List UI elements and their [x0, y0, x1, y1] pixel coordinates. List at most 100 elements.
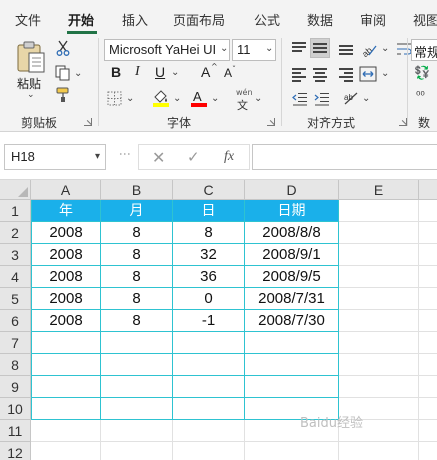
- align-top-icon[interactable]: [292, 42, 306, 54]
- align-center-icon[interactable]: [313, 68, 327, 84]
- clipboard-launcher-icon[interactable]: [84, 118, 92, 126]
- table-header-cell[interactable]: 日期: [245, 200, 339, 222]
- row-header-7[interactable]: 7: [0, 332, 31, 354]
- table-cell[interactable]: 0: [173, 288, 245, 310]
- grid-cell[interactable]: [339, 244, 419, 266]
- tab-insert[interactable]: 插入: [122, 10, 148, 29]
- borders-dropdown-icon[interactable]: ⌄: [126, 93, 134, 104]
- grid-cell[interactable]: [419, 442, 437, 460]
- grid-cell[interactable]: [173, 420, 245, 442]
- table-cell[interactable]: 2008/9/5: [245, 266, 339, 288]
- grid-cell[interactable]: [101, 442, 173, 460]
- row-header-4[interactable]: 4: [0, 266, 31, 288]
- tab-file[interactable]: 文件: [15, 10, 41, 29]
- tab-review[interactable]: 审阅: [360, 10, 386, 29]
- grid-cell[interactable]: [31, 420, 101, 442]
- grid-cell[interactable]: [339, 288, 419, 310]
- grid-cell[interactable]: [419, 200, 437, 222]
- row-header-5[interactable]: 5: [0, 288, 31, 310]
- column-header-e[interactable]: E: [339, 180, 419, 200]
- worksheet-grid[interactable]: ABCDE 1 2 3 4 5 6 7 8 9 10 11 12 年月日日期 2008 8 8 2008/8/…: [0, 180, 437, 460]
- decrease-indent-icon[interactable]: [292, 92, 308, 109]
- row-header-8[interactable]: 8: [0, 354, 31, 376]
- table-cell[interactable]: 8: [173, 222, 245, 244]
- formula-bar-grip-icon[interactable]: ⋮: [118, 148, 132, 159]
- row-header-9[interactable]: 9: [0, 376, 31, 398]
- grid-cell[interactable]: [101, 376, 173, 398]
- phonetic-guide-button[interactable]: 文: [237, 97, 248, 113]
- name-box-dropdown-icon[interactable]: ▾: [95, 151, 100, 162]
- orientation-angle-icon[interactable]: ab: [342, 90, 360, 111]
- grid-cell[interactable]: [245, 332, 339, 354]
- grid-cell[interactable]: [419, 354, 437, 376]
- tab-page-layout[interactable]: 页面布局: [173, 10, 225, 29]
- angle-dropdown-icon[interactable]: ⌄: [362, 93, 370, 104]
- table-cell[interactable]: 8: [101, 288, 173, 310]
- table-cell[interactable]: 2008/8/8: [245, 222, 339, 244]
- table-cell[interactable]: 8: [101, 244, 173, 266]
- table-cell[interactable]: 2008: [31, 310, 101, 332]
- grid-cell[interactable]: [31, 376, 101, 398]
- grid-cell[interactable]: [31, 442, 101, 460]
- grid-cell[interactable]: [339, 266, 419, 288]
- table-cell[interactable]: 36: [173, 266, 245, 288]
- align-middle-icon[interactable]: [313, 43, 327, 55]
- column-header-a[interactable]: A: [31, 180, 101, 200]
- row-header-2[interactable]: 2: [0, 222, 31, 244]
- increase-font-button[interactable]: A: [201, 64, 210, 80]
- grid-cell[interactable]: [31, 354, 101, 376]
- tab-formulas[interactable]: 公式: [254, 10, 280, 29]
- grid-cell[interactable]: [101, 420, 173, 442]
- table-cell[interactable]: 2008: [31, 266, 101, 288]
- copy-icon[interactable]: [55, 65, 71, 84]
- table-cell[interactable]: 2008/7/31: [245, 288, 339, 310]
- name-box[interactable]: H18 ▾: [4, 144, 106, 170]
- table-cell[interactable]: -1: [173, 310, 245, 332]
- grid-cell[interactable]: [101, 332, 173, 354]
- align-left-icon[interactable]: [292, 68, 306, 84]
- grid-cell[interactable]: [31, 398, 101, 420]
- tab-view[interactable]: 视图: [413, 10, 437, 29]
- cut-icon[interactable]: [56, 40, 70, 59]
- row-header-10[interactable]: 10: [0, 398, 31, 420]
- grid-cell[interactable]: [173, 332, 245, 354]
- font-name-dropdown-icon[interactable]: ⌄: [220, 43, 228, 54]
- select-all-corner[interactable]: [0, 180, 31, 200]
- row-header-1[interactable]: 1: [0, 200, 31, 222]
- column-header-c[interactable]: C: [173, 180, 245, 200]
- row-header-3[interactable]: 3: [0, 244, 31, 266]
- table-cell[interactable]: 32: [173, 244, 245, 266]
- accounting-format-icon[interactable]: 💱: [414, 66, 430, 81]
- table-cell[interactable]: 2008/7/30: [245, 310, 339, 332]
- column-header-next[interactable]: [419, 180, 437, 200]
- underline-dropdown-icon[interactable]: ⌄: [171, 67, 179, 78]
- format-painter-icon[interactable]: [55, 87, 71, 106]
- align-right-icon[interactable]: [339, 68, 353, 84]
- font-color-icon[interactable]: A: [190, 89, 208, 110]
- grid-cell[interactable]: [339, 332, 419, 354]
- decrease-font-button[interactable]: A: [224, 66, 232, 80]
- grid-cell[interactable]: [173, 442, 245, 460]
- grid-cell[interactable]: [339, 354, 419, 376]
- grid-cell[interactable]: [419, 288, 437, 310]
- phonetic-dropdown-icon[interactable]: ⌄: [254, 93, 262, 104]
- font-launcher-icon[interactable]: [267, 118, 275, 126]
- grid-cell[interactable]: [419, 244, 437, 266]
- fill-color-icon[interactable]: [152, 89, 170, 110]
- row-header-12[interactable]: 12: [0, 442, 31, 460]
- table-header-cell[interactable]: 日: [173, 200, 245, 222]
- table-header-cell[interactable]: 年: [31, 200, 101, 222]
- grid-cell[interactable]: [419, 376, 437, 398]
- insert-function-icon[interactable]: fx: [224, 149, 234, 165]
- grid-cell[interactable]: [339, 310, 419, 332]
- grid-cell[interactable]: [245, 354, 339, 376]
- grid-cell[interactable]: [101, 354, 173, 376]
- wrap-text-icon[interactable]: [396, 41, 412, 60]
- copy-dropdown-icon[interactable]: ⌄: [74, 68, 82, 79]
- fill-color-dropdown-icon[interactable]: ⌄: [173, 93, 181, 104]
- merge-center-icon[interactable]: [359, 66, 377, 85]
- table-cell[interactable]: 2008: [31, 288, 101, 310]
- table-cell[interactable]: 8: [101, 222, 173, 244]
- column-header-d[interactable]: D: [245, 180, 339, 200]
- bold-button[interactable]: B: [111, 64, 121, 80]
